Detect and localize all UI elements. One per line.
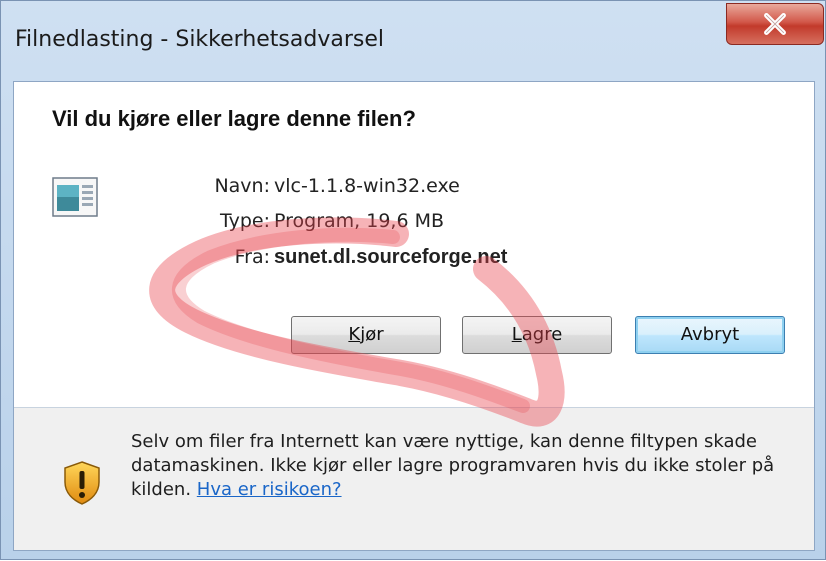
from-value: sunet.dl.sourceforge.net <box>274 246 508 268</box>
run-label: jør <box>360 324 384 345</box>
save-button[interactable]: Lagre <box>462 316 612 354</box>
save-label: agre <box>521 324 563 345</box>
name-value: vlc-1.1.8-win32.exe <box>274 175 460 197</box>
warning-text-block: Selv om filer fra Internett kan være nyt… <box>131 430 791 502</box>
security-warning-dialog: Filnedlasting - Sikkerhetsadvarsel Vil d… <box>0 0 826 560</box>
title-bar[interactable]: Filnedlasting - Sikkerhetsadvarsel <box>1 1 825 81</box>
close-icon <box>764 13 786 35</box>
close-button[interactable] <box>726 3 824 45</box>
name-label: Navn: <box>214 175 270 197</box>
cancel-button[interactable]: Avbryt <box>635 316 785 354</box>
application-window-icon <box>52 177 98 217</box>
type-value: Program, 19,6 MB <box>274 210 445 232</box>
run-button[interactable]: Kjør <box>291 316 441 354</box>
warning-panel: Selv om filer fra Internett kan være nyt… <box>14 408 814 550</box>
type-label: Type: <box>219 210 270 232</box>
dialog-question: Vil du kjøre eller lagre denne filen? <box>52 106 416 131</box>
window-title: Filnedlasting - Sikkerhetsadvarsel <box>15 27 384 52</box>
risk-link[interactable]: Hva er risikoen? <box>197 479 342 500</box>
from-label: Fra: <box>234 246 270 268</box>
dialog-content: Vil du kjøre eller lagre denne filen? Na… <box>13 81 815 551</box>
security-shield-icon <box>64 461 100 505</box>
run-mnemonic: K <box>348 324 361 345</box>
save-mnemonic: L <box>511 324 522 345</box>
